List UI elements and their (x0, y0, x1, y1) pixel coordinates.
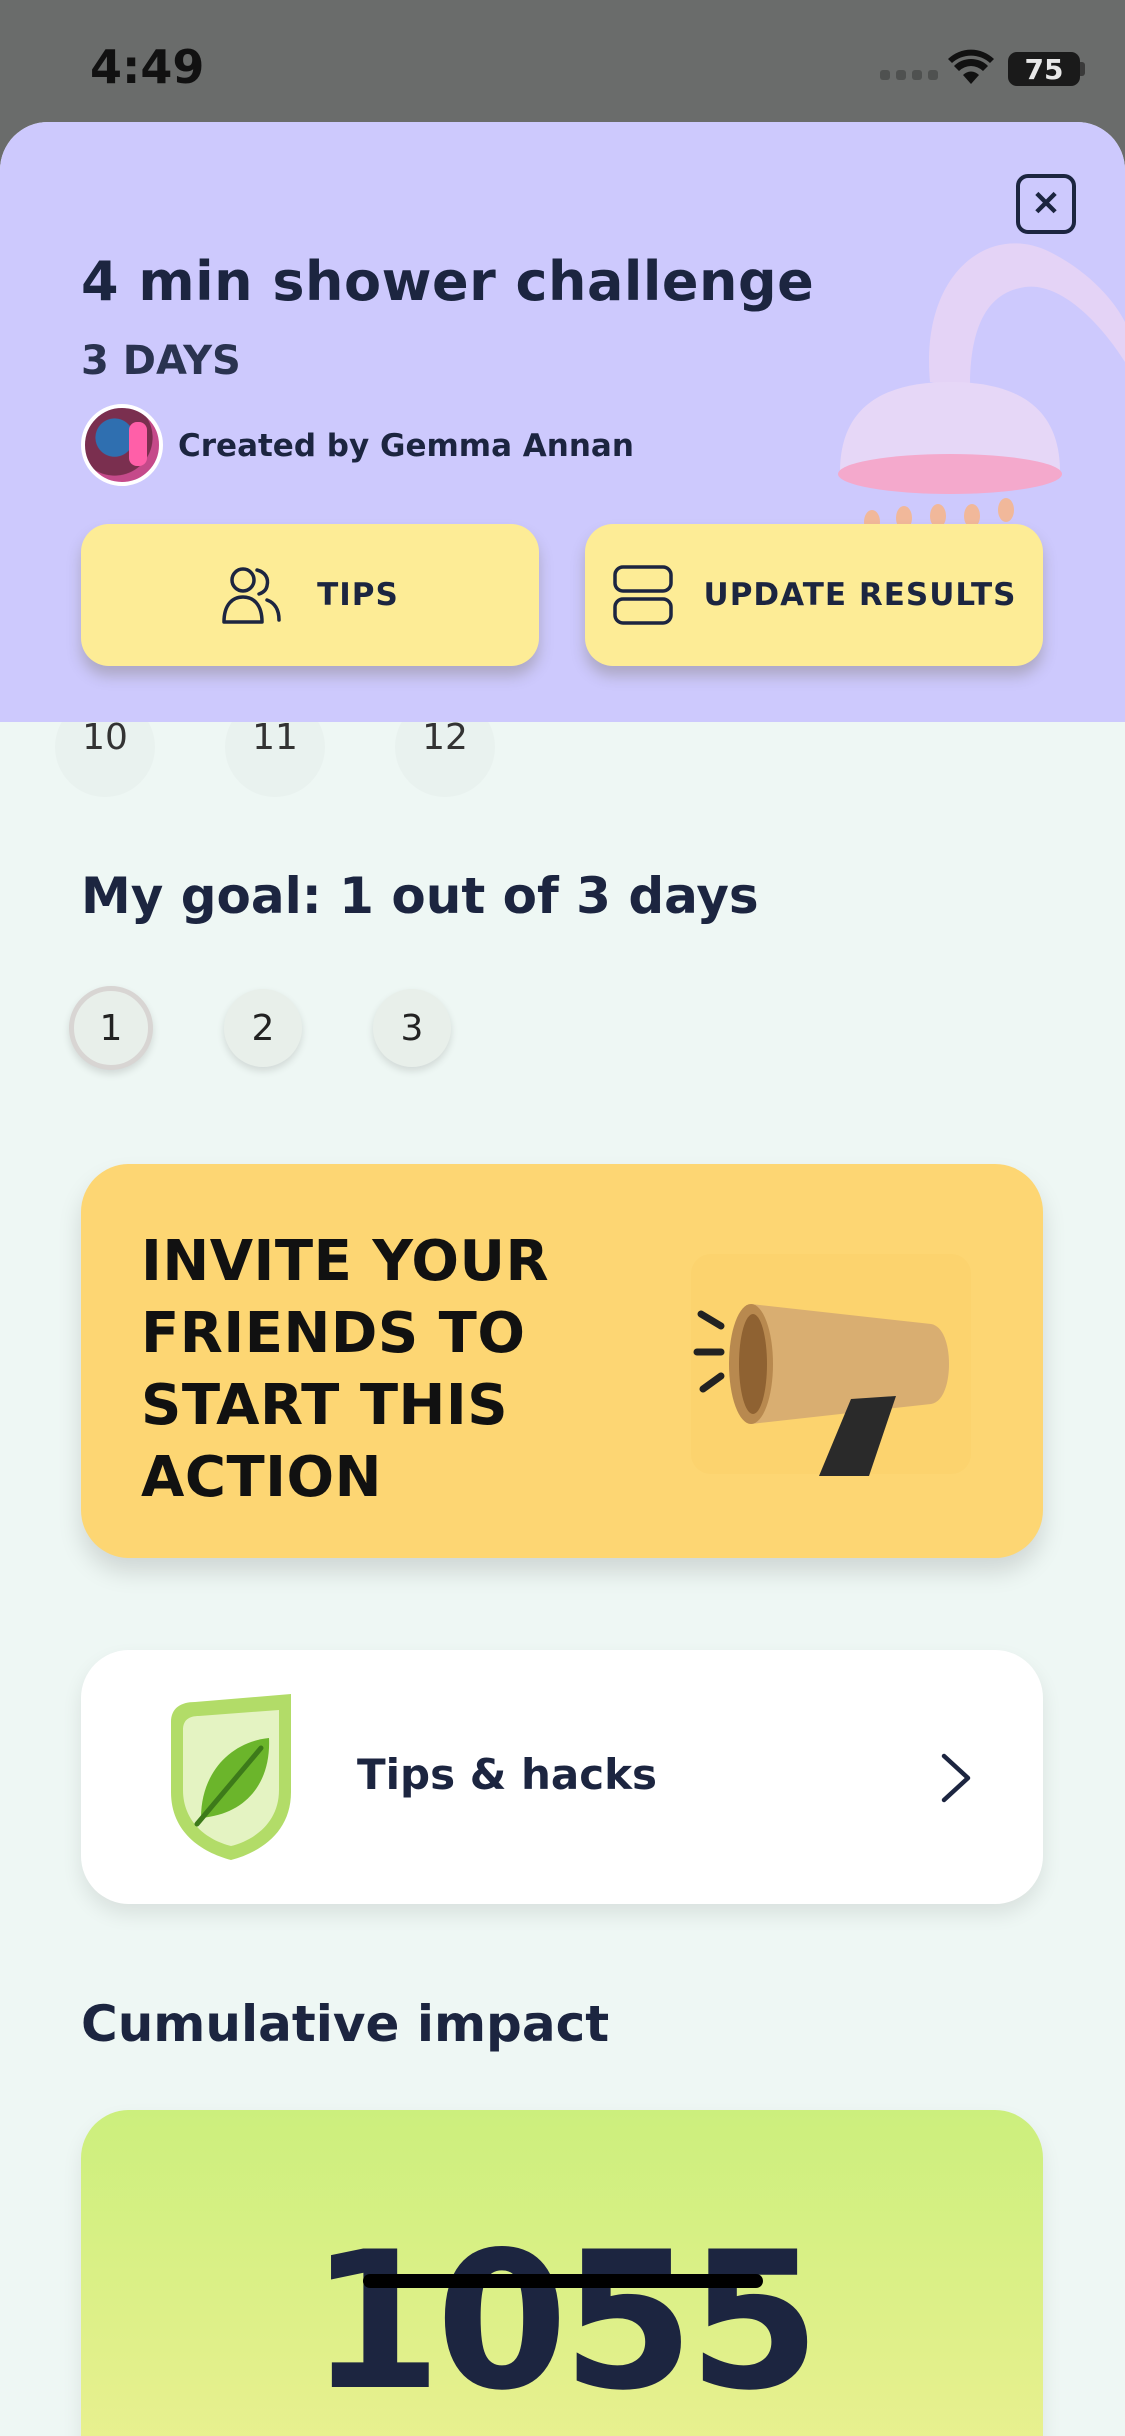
cumulative-impact-card: 1055 (81, 2110, 1043, 2436)
challenge-duration: 3 DAYS (81, 338, 241, 384)
update-results-button-label: UPDATE RESULTS (703, 577, 1017, 613)
battery-icon: 75 (1008, 52, 1080, 86)
challenge-title: 4 min shower challenge (81, 250, 815, 313)
challenge-sheet: 10 11 12 ✕ 4 min shower challenge 3 DAYS… (0, 122, 1125, 2436)
tips-button[interactable]: TIPS (81, 524, 539, 666)
goal-day-3[interactable]: 3 (373, 989, 451, 1067)
status-time: 4:49 (90, 40, 205, 94)
goal-day-1[interactable]: 1 (69, 986, 153, 1070)
goal-day-2[interactable]: 2 (224, 989, 302, 1067)
megaphone-icon (691, 1254, 971, 1476)
update-results-button[interactable]: UPDATE RESULTS (585, 524, 1043, 666)
invite-friends-card[interactable]: INVITE YOUR FRIENDS TO START THIS ACTION (81, 1164, 1043, 1558)
challenge-header: ✕ 4 min shower challenge 3 DAYS Created … (0, 122, 1125, 722)
battery-cap (1080, 62, 1085, 76)
home-indicator (363, 2274, 763, 2288)
chevron-right-icon (941, 1753, 971, 1803)
layout-rows-icon (612, 565, 673, 625)
goal-title: My goal: 1 out of 3 days (81, 867, 759, 925)
avatar[interactable] (81, 404, 163, 486)
status-bar: 4:49 75 (0, 0, 1125, 125)
leaf-shield-icon (171, 1694, 291, 1860)
invite-friends-text: INVITE YOUR FRIENDS TO START THIS ACTION (141, 1229, 550, 1510)
tips-hacks-label: Tips & hacks (357, 1750, 658, 1799)
users-icon (222, 567, 281, 624)
wifi-icon (948, 49, 994, 84)
close-button[interactable]: ✕ (1016, 174, 1076, 234)
cumulative-impact-value: 1055 (309, 2211, 821, 2432)
tips-button-label: TIPS (317, 577, 399, 613)
cellular-signal-icon (880, 70, 938, 80)
cumulative-impact-title: Cumulative impact (81, 1995, 610, 2053)
creator-label: Created by Gemma Annan (178, 428, 634, 464)
tips-hacks-card[interactable]: Tips & hacks (81, 1650, 1043, 1904)
